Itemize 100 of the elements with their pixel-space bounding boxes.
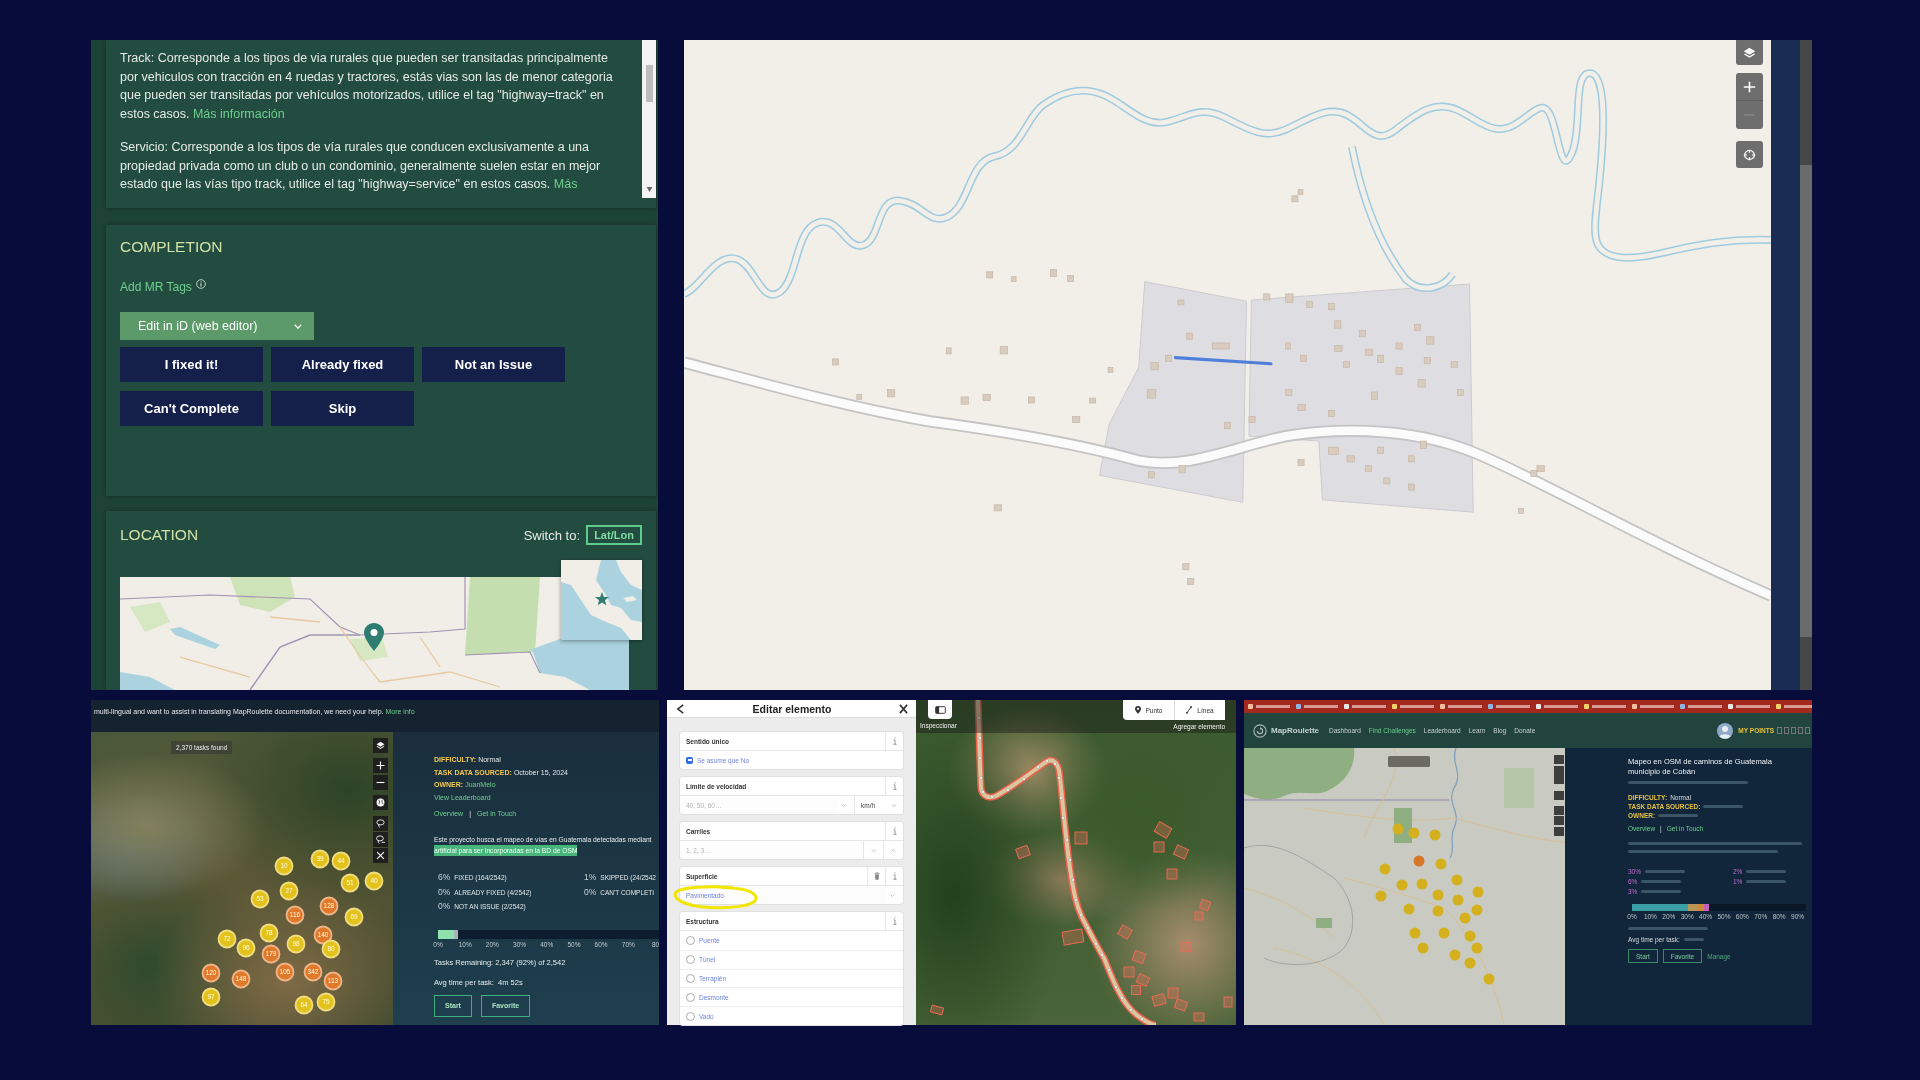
- building-outline[interactable]: [1151, 993, 1167, 1007]
- lasso-select-button[interactable]: [373, 816, 388, 831]
- action-button[interactable]: Not an Issue: [422, 347, 565, 382]
- close-button[interactable]: [899, 703, 908, 714]
- bookmark-icon[interactable]: [1440, 704, 1445, 709]
- cluster-marker-icon[interactable]: [1396, 879, 1408, 891]
- sidebar-toggle-button[interactable]: [928, 700, 952, 719]
- zoom-in-button[interactable]: [373, 758, 388, 773]
- action-button[interactable]: Skip: [271, 391, 414, 426]
- building-outline[interactable]: [1198, 898, 1212, 912]
- logo-icon[interactable]: [1253, 723, 1267, 738]
- scroll-down-arrow-icon[interactable]: [645, 187, 653, 192]
- bookmark-icon[interactable]: [1536, 704, 1541, 709]
- bookmark-icon[interactable]: [1296, 704, 1301, 709]
- building-outline[interactable]: [1194, 911, 1204, 921]
- cluster-marker-icon[interactable]: [1392, 823, 1404, 835]
- editor-dropdown[interactable]: Edit in iD (web editor): [120, 312, 314, 340]
- bookmark-icon[interactable]: [1584, 704, 1589, 709]
- building-outline[interactable]: [1173, 998, 1189, 1012]
- building-outline[interactable]: [1061, 928, 1085, 946]
- more-info-link[interactable]: Más: [553, 177, 578, 192]
- highlighted-way[interactable]: [1173, 356, 1273, 366]
- scrollbar-thumb[interactable]: [645, 65, 653, 102]
- building-outline[interactable]: [1117, 924, 1133, 940]
- cluster-marker-icon[interactable]: [1413, 855, 1425, 867]
- more-info-link[interactable]: Más información: [192, 107, 285, 122]
- checkbox[interactable]: [686, 756, 693, 764]
- cluster-marker-icon[interactable]: [1483, 973, 1495, 985]
- blurred-text-line: [1448, 705, 1482, 708]
- cluster-marker-icon[interactable]: [1438, 927, 1450, 939]
- building-outline[interactable]: [1135, 973, 1151, 987]
- scrollbar[interactable]: [642, 40, 656, 198]
- bookmark-icon[interactable]: [1680, 704, 1685, 709]
- radio-button[interactable]: [686, 974, 695, 983]
- globe-button[interactable]: [373, 795, 388, 810]
- building-outline[interactable]: [1223, 996, 1233, 1008]
- map-pin-icon[interactable]: [364, 623, 384, 651]
- cluster-marker-icon[interactable]: [1452, 894, 1464, 906]
- cluster-marker-icon[interactable]: [1379, 863, 1391, 875]
- cluster-marker-icon[interactable]: [1432, 889, 1444, 901]
- cluster-marker-icon[interactable]: [1471, 904, 1483, 916]
- bookmark-icon[interactable]: [1248, 704, 1253, 709]
- cluster-marker-icon[interactable]: [1449, 949, 1461, 961]
- scrollbar[interactable]: [1800, 40, 1812, 690]
- zoom-out-button[interactable]: [373, 775, 388, 790]
- radio-button[interactable]: [686, 955, 695, 965]
- blurred-text-line: [1641, 879, 1682, 883]
- building-outline[interactable]: [1131, 949, 1147, 965]
- bookmark-icon[interactable]: [1488, 704, 1493, 709]
- clear-button[interactable]: [373, 848, 388, 863]
- cluster-marker-icon[interactable]: [1464, 930, 1476, 942]
- locate-button[interactable]: [1736, 141, 1763, 168]
- building-outline[interactable]: [1173, 844, 1189, 860]
- cluster-marker-icon[interactable]: [1451, 874, 1463, 886]
- action-button[interactable]: Already fixed: [271, 347, 414, 382]
- building-outline[interactable]: [1166, 868, 1178, 880]
- cluster-marker-icon[interactable]: [1416, 878, 1428, 890]
- building-outline[interactable]: [1153, 821, 1173, 839]
- building-outline[interactable]: [1193, 1012, 1205, 1022]
- radio-button[interactable]: [686, 992, 695, 1002]
- cluster-marker-icon[interactable]: [1409, 927, 1421, 939]
- cluster-marker-icon[interactable]: [1464, 957, 1476, 969]
- building-outline[interactable]: [1123, 966, 1135, 978]
- avatar-icon[interactable]: [1717, 722, 1734, 739]
- map-layer-label[interactable]: [1388, 756, 1430, 767]
- cluster-marker-icon[interactable]: [1472, 886, 1484, 898]
- building-outline[interactable]: [1015, 844, 1031, 860]
- cluster-marker-icon[interactable]: [1429, 829, 1441, 841]
- bookmark-icon[interactable]: [1728, 704, 1733, 709]
- cluster-marker-icon[interactable]: [1459, 912, 1471, 924]
- building-outline[interactable]: [929, 1004, 945, 1016]
- app-name[interactable]: MapRoulette: [1271, 726, 1319, 735]
- action-button[interactable]: I fixed it!: [120, 347, 263, 382]
- add-tags-link[interactable]: Add MR Tags: [120, 279, 192, 295]
- building-outline[interactable]: [1167, 987, 1179, 999]
- lat-lon-toggle[interactable]: Lat/Lon: [586, 525, 642, 545]
- cluster-marker-icon[interactable]: [1403, 903, 1415, 915]
- action-button[interactable]: Can't Complete: [120, 391, 263, 426]
- layers-button[interactable]: [373, 738, 388, 753]
- cluster-marker-icon[interactable]: [1432, 905, 1444, 917]
- bookmark-icon[interactable]: [1392, 704, 1397, 709]
- cluster-marker-icon[interactable]: [1471, 942, 1483, 954]
- lasso-deselect-button[interactable]: [373, 832, 388, 847]
- radio-button[interactable]: [686, 935, 695, 945]
- building-outline[interactable]: [1131, 985, 1141, 995]
- building-outline[interactable]: [1074, 831, 1088, 845]
- points-digit-box: [1798, 727, 1803, 734]
- back-button[interactable]: [676, 703, 685, 714]
- building-outline[interactable]: [1180, 942, 1192, 952]
- bookmark-icon[interactable]: [1776, 704, 1781, 709]
- cluster-marker-icon[interactable]: [1408, 827, 1420, 839]
- bookmark-icon[interactable]: [1344, 704, 1349, 709]
- bookmark-icon[interactable]: [1632, 704, 1637, 709]
- radio-button[interactable]: [686, 1011, 695, 1021]
- cluster-marker-icon[interactable]: [1375, 890, 1387, 902]
- building-outline[interactable]: [1153, 841, 1165, 853]
- scrollbar-thumb[interactable]: [1800, 165, 1812, 637]
- cluster-marker-icon[interactable]: [1417, 942, 1429, 954]
- star-marker-icon: [595, 592, 609, 606]
- cluster-marker-icon[interactable]: [1435, 858, 1447, 870]
